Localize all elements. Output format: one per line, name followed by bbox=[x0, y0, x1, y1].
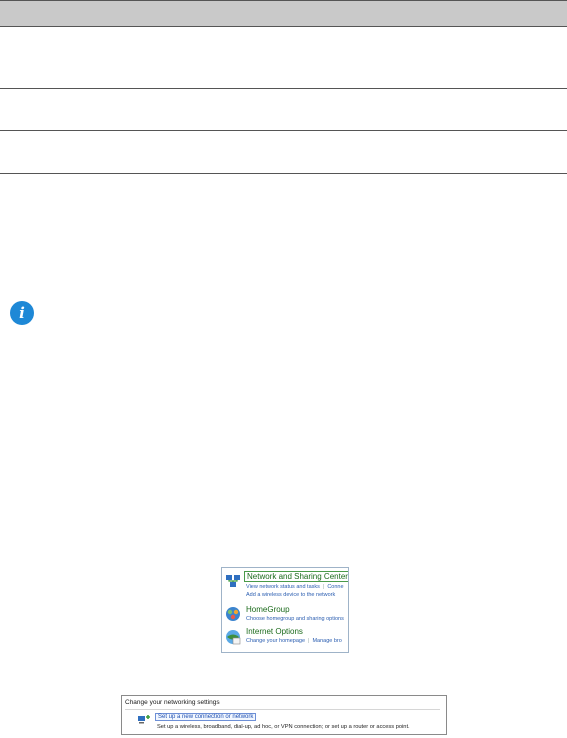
cp-link[interactable]: View network status and tasks | Conne bbox=[246, 584, 344, 590]
info-table bbox=[0, 0, 567, 174]
info-icon: i bbox=[10, 301, 34, 325]
table-row bbox=[0, 89, 567, 131]
cp-item-title[interactable]: Network and Sharing Center bbox=[244, 571, 348, 582]
homegroup-icon bbox=[226, 607, 240, 621]
internet-options-icon bbox=[226, 630, 241, 645]
cp-link[interactable]: Add a wireless device to the network bbox=[246, 592, 335, 598]
ns-description: Set up a wireless, broadband, dial-up, a… bbox=[157, 724, 410, 730]
new-connection-link[interactable]: Set up a new connection or network bbox=[155, 713, 257, 721]
cp-link[interactable]: Change your homepage | Manage bro bbox=[246, 638, 342, 644]
table-row bbox=[0, 27, 567, 89]
network-settings-screenshot: Change your networking settings Set up a… bbox=[121, 695, 447, 735]
table-row bbox=[0, 131, 567, 174]
new-connection-icon bbox=[138, 715, 150, 724]
table-header-row bbox=[0, 0, 567, 27]
network-sharing-icon bbox=[226, 575, 240, 587]
cp-item-title[interactable]: Internet Options bbox=[246, 627, 303, 636]
cp-link[interactable]: Choose homegroup and sharing options bbox=[246, 616, 344, 622]
cp-item-title[interactable]: HomeGroup bbox=[246, 605, 290, 614]
divider bbox=[125, 709, 440, 710]
ns-heading: Change your networking settings bbox=[125, 699, 220, 706]
control-panel-screenshot: Network and Sharing Center View network … bbox=[221, 567, 349, 653]
